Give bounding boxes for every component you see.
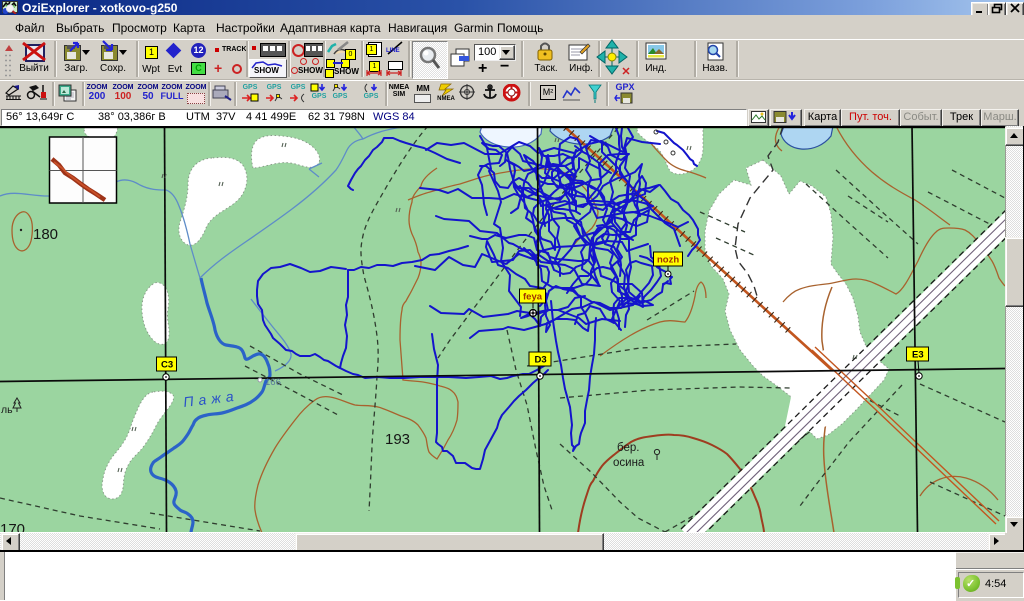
svg-text:feya: feya [523, 292, 543, 303]
svg-text:ль: ль [1, 404, 13, 416]
svg-text:170: 170 [0, 521, 25, 532]
svg-text:осина: осина [613, 457, 645, 469]
svg-text:180: 180 [33, 226, 58, 243]
svg-text:193: 193 [385, 431, 410, 448]
svg-text:nozh: nozh [657, 255, 679, 266]
svg-text:D3: D3 [535, 355, 547, 366]
svg-text:C3: C3 [161, 360, 173, 371]
svg-text:бер.: бер. [617, 442, 639, 454]
svg-text:166: 166 [265, 377, 281, 388]
svg-text:E3: E3 [912, 350, 924, 361]
